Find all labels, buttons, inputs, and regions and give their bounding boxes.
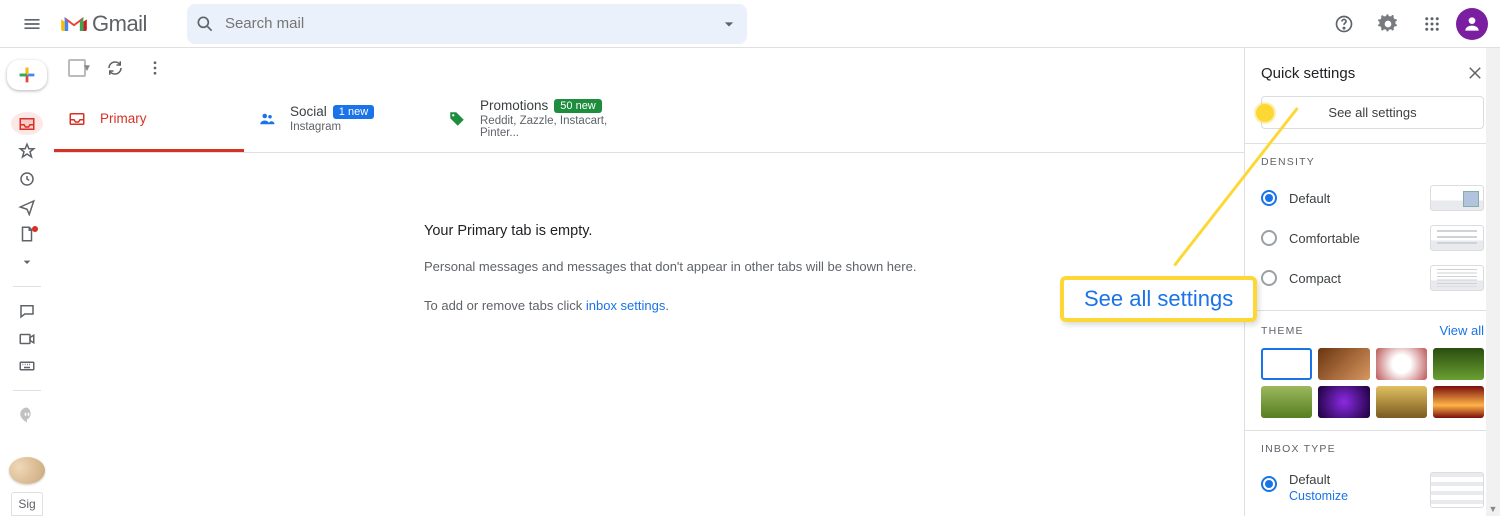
- mail-toolbar: ▼: [54, 48, 1244, 88]
- hangouts-icon[interactable]: [11, 403, 43, 427]
- people-icon: [258, 110, 276, 128]
- meet-icon[interactable]: [11, 327, 43, 351]
- help-icon[interactable]: [1324, 4, 1364, 44]
- tab-primary[interactable]: Primary: [54, 88, 244, 152]
- tab-social[interactable]: Social 1 new Instagram: [244, 88, 434, 152]
- theme-swatch[interactable]: [1261, 348, 1312, 380]
- inbox-settings-link[interactable]: inbox settings: [586, 298, 666, 313]
- density-thumb-icon: [1430, 265, 1484, 291]
- chat-icon[interactable]: [11, 299, 43, 323]
- theme-grid: [1261, 348, 1484, 418]
- snoozed-icon[interactable]: [11, 167, 43, 191]
- empty-line2: To add or remove tabs click inbox settin…: [424, 298, 669, 313]
- theme-swatch[interactable]: [1376, 348, 1427, 380]
- tab-label: Promotions: [480, 98, 548, 113]
- more-down-icon[interactable]: [11, 250, 43, 274]
- scroll-down-icon[interactable]: ▼: [1486, 502, 1500, 516]
- hangouts-contact-avatar[interactable]: [9, 457, 45, 484]
- theme-swatch[interactable]: [1318, 386, 1369, 418]
- settings-icon[interactable]: [1368, 4, 1408, 44]
- close-icon[interactable]: [1466, 64, 1484, 82]
- density-comfortable[interactable]: Comfortable: [1261, 218, 1484, 258]
- apps-grid-icon[interactable]: [1412, 4, 1452, 44]
- empty-state: Your Primary tab is empty. Personal mess…: [54, 153, 1244, 516]
- view-all-themes-link[interactable]: View all: [1439, 323, 1484, 338]
- tab-sub: Reddit, Zazzle, Instacart, Pinter...: [480, 115, 610, 139]
- radio-icon: [1261, 190, 1277, 206]
- density-default[interactable]: Default: [1261, 178, 1484, 218]
- search-bar[interactable]: [187, 4, 747, 44]
- refresh-icon[interactable]: [98, 51, 132, 85]
- tab-badge: 50 new: [554, 99, 601, 113]
- more-icon[interactable]: [138, 51, 172, 85]
- compose-button[interactable]: [7, 60, 47, 90]
- density-thumb-icon: [1430, 225, 1484, 251]
- search-icon[interactable]: [195, 14, 215, 34]
- nav-rail: Sig: [0, 48, 54, 516]
- highlight-dot-icon: [1256, 104, 1274, 122]
- main-menu-icon[interactable]: [12, 4, 52, 44]
- empty-line1: Personal messages and messages that don'…: [424, 259, 916, 274]
- quick-settings-panel: Quick settings See all settings Density …: [1244, 48, 1500, 516]
- tab-sub: Instagram: [290, 121, 374, 133]
- tag-icon: [448, 110, 466, 128]
- radio-icon: [1261, 270, 1277, 286]
- theme-swatch[interactable]: [1433, 386, 1484, 418]
- tab-badge: 1 new: [333, 105, 374, 119]
- logo-text: Gmail: [92, 11, 147, 37]
- gmail-logo[interactable]: Gmail: [60, 10, 147, 38]
- density-section: Density Default Comfortable Compact: [1245, 143, 1500, 310]
- inbox-tab-icon: [68, 110, 86, 128]
- category-tabs: Primary Social 1 new Instagram Promotion…: [54, 88, 1244, 153]
- header: Gmail: [0, 0, 1500, 48]
- annotation-callout: See all settings: [1060, 276, 1257, 322]
- radio-icon: [1261, 476, 1277, 492]
- inbox-type-default[interactable]: Default Customize: [1261, 465, 1484, 515]
- signed-in-chip[interactable]: Sig: [11, 492, 42, 516]
- starred-icon[interactable]: [11, 139, 43, 163]
- scrollbar[interactable]: ▼: [1486, 48, 1500, 516]
- tab-label: Primary: [100, 111, 147, 126]
- select-all-checkbox[interactable]: ▼: [68, 59, 92, 77]
- inbox-thumb-icon: [1430, 472, 1484, 508]
- theme-swatch[interactable]: [1261, 386, 1312, 418]
- section-title: Inbox type: [1261, 443, 1484, 455]
- account-avatar[interactable]: [1456, 8, 1488, 40]
- empty-title: Your Primary tab is empty.: [424, 223, 592, 239]
- density-thumb-icon: [1430, 185, 1484, 211]
- drafts-icon[interactable]: [11, 223, 43, 247]
- keyboard-icon[interactable]: [11, 355, 43, 379]
- search-options-icon[interactable]: [719, 14, 739, 34]
- panel-title: Quick settings: [1261, 65, 1355, 82]
- search-input[interactable]: [223, 14, 711, 33]
- section-title: Theme: [1261, 325, 1304, 337]
- density-compact[interactable]: Compact: [1261, 258, 1484, 298]
- theme-swatch[interactable]: [1376, 386, 1427, 418]
- theme-swatch[interactable]: [1433, 348, 1484, 380]
- inbox-type-section: Inbox type Default Customize Important f…: [1245, 430, 1500, 516]
- section-title: Density: [1261, 156, 1484, 168]
- tab-label: Social: [290, 104, 327, 119]
- tab-promotions[interactable]: Promotions 50 new Reddit, Zazzle, Instac…: [434, 88, 624, 152]
- customize-link[interactable]: Customize: [1289, 489, 1418, 503]
- radio-icon: [1261, 230, 1277, 246]
- sent-icon[interactable]: [11, 195, 43, 219]
- inbox-icon[interactable]: [11, 112, 43, 136]
- theme-swatch[interactable]: [1318, 348, 1369, 380]
- theme-section: Theme View all: [1245, 310, 1500, 430]
